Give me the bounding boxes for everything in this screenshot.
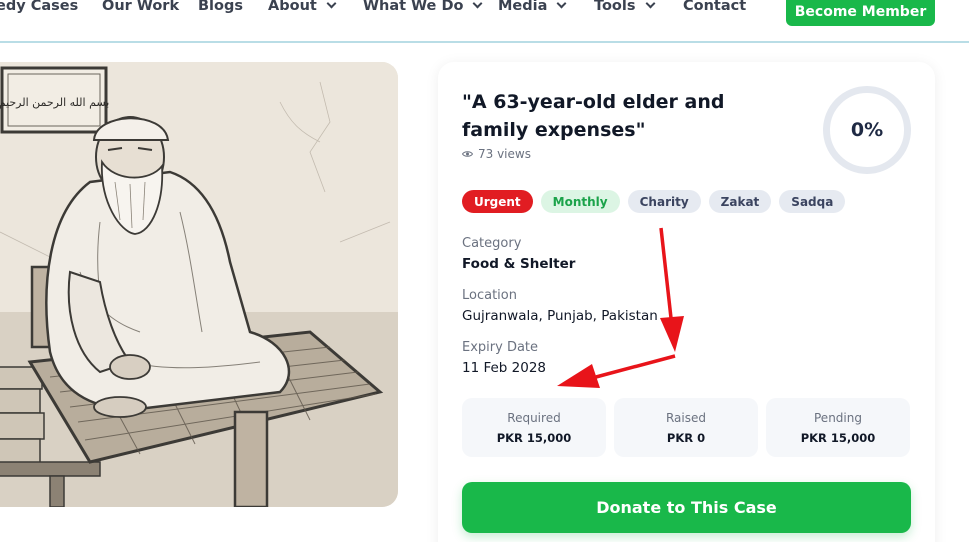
- case-image: بسم الله الرحمن الرحيم: [0, 62, 398, 507]
- stat-value: PKR 15,000: [496, 431, 572, 445]
- expiry-date-value: 11 Feb 2028: [462, 360, 547, 376]
- case-title: "A 63-year-old elder and family expenses…: [462, 91, 725, 141]
- nav-link-our-work[interactable]: Our Work: [102, 0, 179, 14]
- tag-sadqa: Sadqa: [779, 190, 846, 213]
- nav-label: Blogs: [198, 0, 243, 14]
- progress-percent: 0%: [850, 119, 884, 141]
- become-member-button[interactable]: Become Member: [786, 0, 935, 26]
- top-navigation: edy Cases Our Work Blogs About What We D…: [0, 0, 969, 43]
- location-label: Location: [462, 288, 517, 303]
- nav-label: Media: [498, 0, 548, 14]
- case-details-card: "A 63-year-old elder and family expenses…: [438, 62, 935, 542]
- stat-label: Pending: [814, 411, 862, 425]
- stat-value: PKR 15,000: [800, 431, 876, 445]
- expiry-date-label: Expiry Date: [462, 340, 539, 355]
- stat-required: Required PKR 15,000: [462, 398, 606, 457]
- nav-label: Tools: [594, 0, 636, 14]
- tag-zakat: Zakat: [708, 190, 772, 213]
- stat-pending: Pending PKR 15,000: [766, 398, 910, 457]
- nav-label: Our Work: [102, 0, 180, 14]
- views-text: 73 views: [478, 147, 531, 161]
- nav-label: About: [268, 0, 317, 14]
- calligraphy-text: بسم الله الرحمن الرحيم: [0, 96, 109, 109]
- tag-charity: Charity: [627, 190, 701, 213]
- nav-link-contact[interactable]: Contact: [683, 0, 746, 14]
- views-count: 73 views: [462, 147, 531, 161]
- stat-label: Required: [507, 411, 561, 425]
- nav-label: Contact: [683, 0, 747, 14]
- stat-label: Raised: [665, 411, 706, 425]
- tag-urgent: Urgent: [462, 190, 533, 213]
- stat-raised: Raised PKR 0: [614, 398, 758, 457]
- stat-value: PKR 0: [666, 431, 706, 445]
- chevron-down-icon: [556, 0, 567, 9]
- nav-dropdown-media[interactable]: Media: [498, 0, 567, 14]
- category-value: Food & Shelter: [462, 256, 576, 272]
- nav-link-needy-cases[interactable]: edy Cases: [0, 0, 78, 14]
- donate-button[interactable]: Donate to This Case: [462, 482, 911, 533]
- nav-label: edy Cases: [0, 0, 79, 14]
- category-label: Category: [462, 236, 522, 251]
- tag-list: Urgent Monthly Charity Zakat Sadqa: [462, 190, 846, 213]
- nav-dropdown-what-we-do[interactable]: What We Do: [363, 0, 483, 14]
- nav-dropdown-about[interactable]: About: [268, 0, 337, 14]
- nav-dropdown-tools[interactable]: Tools: [594, 0, 655, 14]
- tag-monthly: Monthly: [540, 190, 620, 213]
- location-value: Gujranwala, Punjab, Pakistan: [462, 308, 658, 324]
- elder-sketch-illustration: بسم الله الرحمن الرحيم: [0, 62, 398, 507]
- progress-ring: 0%: [823, 86, 911, 174]
- chevron-down-icon: [326, 0, 337, 9]
- nav-link-blogs[interactable]: Blogs: [198, 0, 243, 14]
- eye-icon: [462, 151, 473, 157]
- chevron-down-icon: [473, 0, 483, 9]
- nav-label: What We Do: [363, 0, 464, 14]
- chevron-down-icon: [645, 0, 655, 9]
